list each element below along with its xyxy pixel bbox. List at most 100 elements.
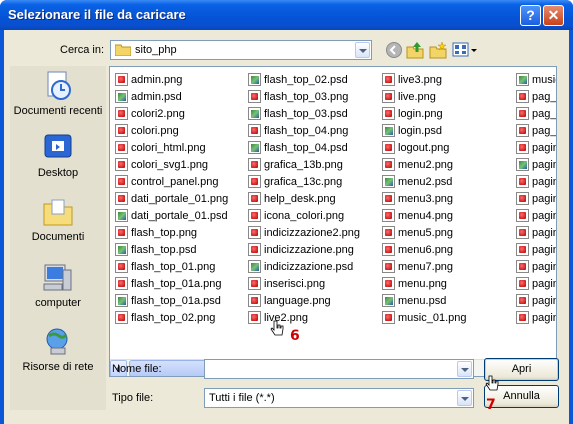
file-name: menu2.png bbox=[398, 158, 454, 171]
file-item[interactable]: flash_top_01.png bbox=[115, 258, 228, 275]
file-item[interactable]: pagin bbox=[516, 173, 556, 190]
chevron-down-icon[interactable] bbox=[457, 361, 472, 377]
file-item[interactable]: menu.png bbox=[382, 275, 467, 292]
file-item[interactable]: menu2.psd bbox=[382, 173, 467, 190]
file-item[interactable]: help_desk.png bbox=[248, 190, 360, 207]
filetype-dropdown[interactable]: Tutti i file (*.*) bbox=[204, 388, 474, 408]
file-column: live3.png live.png login.png login.psd l… bbox=[382, 71, 467, 326]
file-name: pagin bbox=[532, 277, 557, 290]
places-network[interactable]: Risorse di rete bbox=[10, 326, 106, 374]
step-annotation-7: 7 bbox=[486, 397, 496, 413]
file-item[interactable]: flash_top_02.png bbox=[115, 309, 228, 326]
file-item[interactable]: music_01.png bbox=[382, 309, 467, 326]
file-item[interactable]: flash_top_03.png bbox=[248, 88, 360, 105]
file-item[interactable]: pagin bbox=[516, 207, 556, 224]
file-item[interactable]: grafica_13c.png bbox=[248, 173, 360, 190]
file-item[interactable]: indicizzazione.psd bbox=[248, 258, 360, 275]
file-item[interactable]: colori_svg1.png bbox=[115, 156, 228, 173]
file-item[interactable]: grafica_13b.png bbox=[248, 156, 360, 173]
file-item[interactable]: control_panel.png bbox=[115, 173, 228, 190]
file-item[interactable]: dati_portale_01.png bbox=[115, 190, 228, 207]
dialog-body: Cerca in: sito_php Documenti recenti Des… bbox=[4, 30, 569, 424]
file-item[interactable]: menu6.png bbox=[382, 241, 467, 258]
file-item[interactable]: indicizzazione.png bbox=[248, 241, 360, 258]
file-item[interactable]: login.png bbox=[382, 105, 467, 122]
file-open-dialog: Selezionare il file da caricare ? ✕ Cerc… bbox=[0, 0, 573, 424]
filename-input[interactable] bbox=[204, 359, 474, 379]
chevron-down-icon[interactable] bbox=[355, 42, 370, 58]
filename-label: Nome file: bbox=[112, 363, 162, 375]
file-name: indicizzazione2.png bbox=[264, 226, 361, 239]
file-list[interactable]: admin.png admin.psd colori2.png colori.p… bbox=[109, 66, 557, 377]
file-item[interactable]: pagin bbox=[516, 139, 556, 156]
file-item[interactable]: pagin bbox=[516, 258, 556, 275]
file-item[interactable]: colori2.png bbox=[115, 105, 228, 122]
places-computer[interactable]: computer bbox=[10, 262, 106, 310]
file-item[interactable]: menu4.png bbox=[382, 207, 467, 224]
file-item[interactable]: flash_top.png bbox=[115, 224, 228, 241]
file-item[interactable]: pagin bbox=[516, 224, 556, 241]
file-item[interactable]: admin.psd bbox=[115, 88, 228, 105]
title-bar[interactable]: Selezionare il file da caricare ? ✕ bbox=[0, 0, 573, 30]
chevron-down-icon[interactable] bbox=[457, 390, 472, 406]
file-item[interactable]: pagin bbox=[516, 156, 557, 173]
file-item[interactable]: menu5.png bbox=[382, 224, 467, 241]
file-item[interactable]: live2.png bbox=[248, 309, 360, 326]
new-folder-icon[interactable] bbox=[429, 41, 447, 59]
file-item[interactable]: flash_top_03.psd bbox=[248, 105, 360, 122]
file-item[interactable]: menu2.png bbox=[382, 156, 467, 173]
file-name: menu2.psd bbox=[398, 175, 453, 188]
view-menu-icon[interactable] bbox=[452, 41, 478, 59]
file-item[interactable]: live3.png bbox=[382, 71, 467, 88]
file-item[interactable]: language.png bbox=[248, 292, 360, 309]
places-recent-documents[interactable]: Documenti recenti bbox=[10, 70, 106, 118]
file-item[interactable]: flash_top.psd bbox=[115, 241, 228, 258]
file-name: pagin bbox=[532, 158, 557, 171]
back-icon[interactable] bbox=[385, 41, 403, 59]
png-file-icon bbox=[248, 294, 261, 307]
file-item[interactable]: pagin bbox=[516, 275, 557, 292]
places-desktop[interactable]: Desktop bbox=[10, 132, 106, 180]
file-item[interactable]: pagin bbox=[516, 241, 556, 258]
file-item[interactable]: logout.png bbox=[382, 139, 467, 156]
file-item[interactable]: live.png bbox=[382, 88, 467, 105]
file-item[interactable]: flash_top_04.png bbox=[248, 122, 360, 139]
file-item[interactable]: login.psd bbox=[382, 122, 467, 139]
file-item[interactable]: flash_top_01a.png bbox=[115, 275, 228, 292]
file-item[interactable]: colori.png bbox=[115, 122, 228, 139]
file-item[interactable]: indicizzazione2.png bbox=[248, 224, 360, 241]
up-folder-icon[interactable] bbox=[406, 41, 424, 59]
file-item[interactable]: flash_top_02.psd bbox=[248, 71, 360, 88]
place-label: Documenti recenti bbox=[13, 105, 103, 117]
file-item[interactable]: pagin bbox=[516, 309, 556, 326]
file-item[interactable]: pag_e bbox=[516, 122, 556, 139]
file-item[interactable]: pag_e bbox=[516, 105, 556, 122]
file-name: menu5.png bbox=[398, 226, 454, 239]
file-name: admin.psd bbox=[131, 90, 182, 103]
file-item[interactable]: flash_top_01a.psd bbox=[115, 292, 228, 309]
file-item[interactable]: menu3.png bbox=[382, 190, 467, 207]
psd-file-icon bbox=[115, 90, 128, 103]
png-file-icon bbox=[516, 294, 529, 307]
file-item[interactable]: menu7.png bbox=[382, 258, 467, 275]
file-item[interactable]: admin.png bbox=[115, 71, 228, 88]
file-item[interactable]: flash_top_04.psd bbox=[248, 139, 360, 156]
file-item[interactable]: dati_portale_01.psd bbox=[115, 207, 228, 224]
png-file-icon bbox=[516, 243, 529, 256]
file-item[interactable]: pagin bbox=[516, 190, 556, 207]
computer-icon bbox=[43, 264, 72, 291]
help-button[interactable]: ? bbox=[520, 5, 541, 26]
close-button[interactable]: ✕ bbox=[543, 5, 564, 26]
lookin-dropdown[interactable]: sito_php bbox=[110, 40, 372, 60]
file-item[interactable]: inserisci.png bbox=[248, 275, 360, 292]
file-item[interactable]: pagin bbox=[516, 292, 556, 309]
file-item[interactable]: pag_e bbox=[516, 88, 556, 105]
places-documents[interactable]: Documenti bbox=[10, 196, 106, 244]
file-name: flash_top_02.png bbox=[131, 311, 216, 324]
file-item[interactable]: colori_html.png bbox=[115, 139, 228, 156]
file-item[interactable]: icona_colori.png bbox=[248, 207, 360, 224]
file-item[interactable]: menu.psd bbox=[382, 292, 467, 309]
png-file-icon bbox=[248, 209, 261, 222]
file-item[interactable]: music bbox=[516, 71, 556, 88]
png-file-icon bbox=[248, 277, 261, 290]
